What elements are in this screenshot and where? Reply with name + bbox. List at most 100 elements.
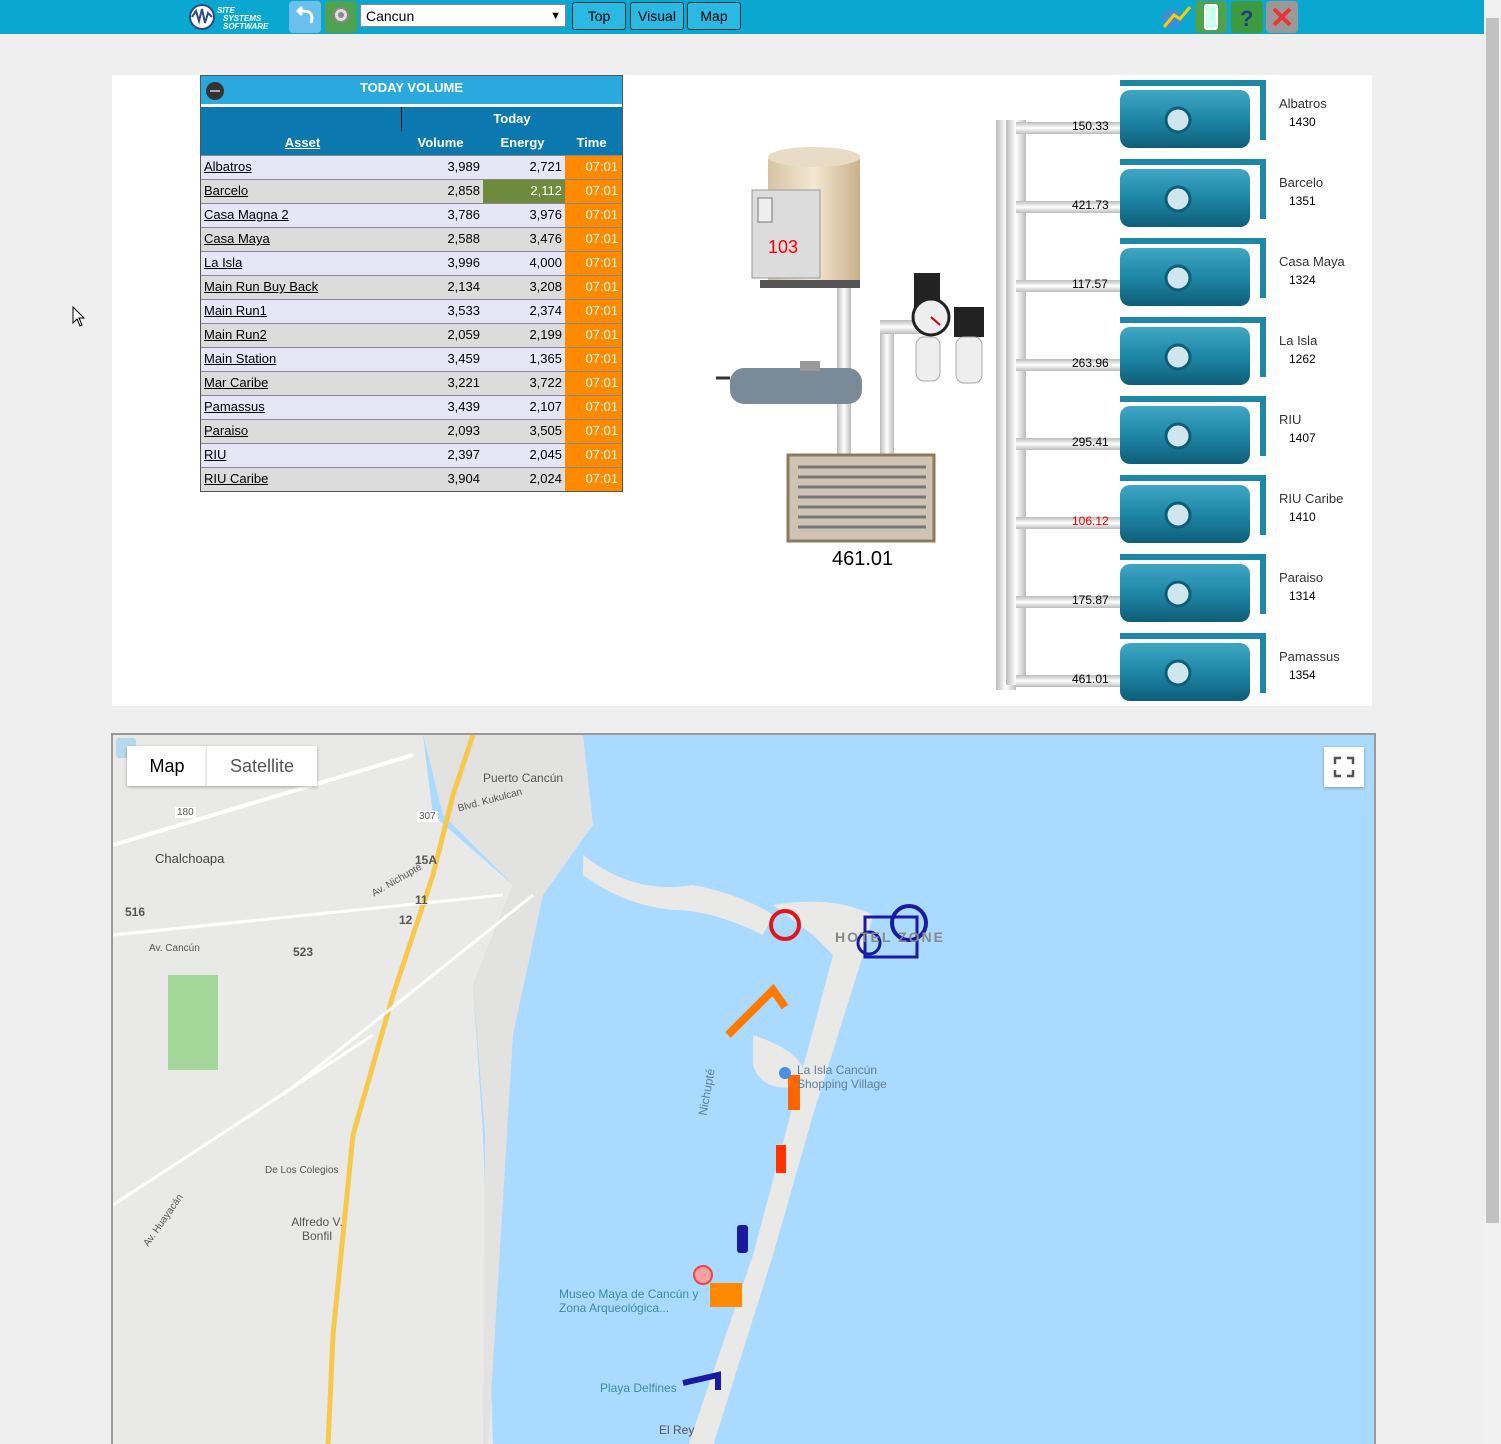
energy-cell: 2,045 bbox=[529, 447, 562, 462]
settings-icon[interactable] bbox=[325, 1, 357, 33]
asset-link[interactable]: Main Station bbox=[201, 348, 401, 371]
close-icon[interactable] bbox=[1266, 1, 1298, 33]
asset-link[interactable]: Casa Magna 2 bbox=[201, 204, 401, 227]
table-row: Albatros 3,989 2,721 07:01 bbox=[201, 155, 622, 179]
collapse-icon[interactable] bbox=[206, 82, 224, 100]
map-label: Playa Delfines bbox=[600, 1381, 677, 1395]
mainland-area bbox=[113, 735, 513, 1444]
top-button[interactable]: Top bbox=[572, 2, 626, 30]
trend-icon[interactable] bbox=[1160, 1, 1192, 33]
map-label: 180 bbox=[175, 807, 196, 818]
time-cell: 07:01 bbox=[565, 180, 622, 203]
asset-link[interactable]: Casa Maya bbox=[201, 228, 401, 251]
tank-flow: 150.33 bbox=[1072, 119, 1109, 133]
table-row: Main Station 3,459 1,365 07:01 bbox=[201, 347, 622, 371]
table-row: Main Run Buy Back 2,134 3,208 07:01 bbox=[201, 275, 622, 299]
visual-button[interactable]: Visual bbox=[630, 2, 684, 30]
asset-markers[interactable] bbox=[682, 904, 928, 1390]
undo-icon[interactable] bbox=[289, 1, 321, 33]
compressor-icon[interactable]: 103 bbox=[751, 147, 860, 288]
chevron-down-icon: ▼ bbox=[550, 10, 561, 22]
map-type-satellite-button[interactable]: Satellite bbox=[207, 746, 317, 786]
tank-2[interactable]: 117.57 Casa Maya 1324 bbox=[1016, 238, 1346, 306]
page-scrollbar[interactable] bbox=[1484, 0, 1501, 1444]
tank-id: 1351 bbox=[1289, 194, 1316, 208]
site-systems-logo[interactable]: SITE SYSTEMS SOFTWARE bbox=[187, 3, 285, 31]
tank-name: Albatros bbox=[1279, 96, 1327, 111]
volume-cell: 3,989 bbox=[447, 159, 480, 174]
table-row: Main Run2 2,059 2,199 07:01 bbox=[201, 323, 622, 347]
poi-marker-icon bbox=[779, 1067, 791, 1079]
tank-name: Paraiso bbox=[1279, 570, 1323, 585]
tank-id: 1354 bbox=[1289, 668, 1316, 682]
map-canvas[interactable] bbox=[113, 735, 1376, 1444]
map-panel[interactable]: Map Satellite Puerto Cancún Chalchoapa H… bbox=[111, 733, 1376, 1444]
table-row: Barcelo 2,858 2,112 07:01 bbox=[201, 179, 622, 203]
volume-cell: 3,996 bbox=[447, 255, 480, 270]
time-cell: 07:01 bbox=[565, 348, 622, 371]
tank-id: 1410 bbox=[1289, 510, 1316, 524]
asset-link[interactable]: Mar Caribe bbox=[201, 372, 401, 395]
table-row: Pamassus 3,439 2,107 07:01 bbox=[201, 395, 622, 419]
asset-link[interactable]: RIU bbox=[201, 444, 401, 467]
hammer-marker-icon bbox=[725, 983, 789, 1038]
tank-flow: 421.73 bbox=[1072, 198, 1109, 212]
tank-name: Barcelo bbox=[1279, 175, 1323, 190]
site-select[interactable]: Cancun ▼ bbox=[360, 4, 566, 27]
asset-link[interactable]: Albatros bbox=[201, 156, 401, 179]
asset-link[interactable]: Main Run1 bbox=[201, 300, 401, 323]
asset-link[interactable]: Main Run Buy Back bbox=[201, 276, 401, 299]
map-label: La Isla Cancún Shopping Village bbox=[797, 1063, 887, 1091]
tank-group: 150.33 Albatros 1430 421.73 Barcelo 1351 117.5… bbox=[1016, 80, 1346, 701]
tank-flow: 295.41 bbox=[1072, 435, 1109, 449]
volume-cell: 3,786 bbox=[447, 207, 480, 222]
tank-0[interactable]: 150.33 Albatros 1430 bbox=[1016, 80, 1327, 148]
today-volume-table: TODAY VOLUME Today Asset Volume Energy T… bbox=[200, 75, 623, 492]
table-row: Casa Magna 2 3,786 3,976 07:01 bbox=[201, 203, 622, 227]
mobile-icon[interactable] bbox=[1195, 1, 1227, 33]
column-header-row: Asset Volume Energy Time bbox=[201, 131, 622, 155]
map-type-map-button[interactable]: Map bbox=[127, 746, 207, 786]
energy-cell: 2,721 bbox=[529, 159, 562, 174]
asset-link[interactable]: Pamassus bbox=[201, 396, 401, 419]
filter-regulator-icon[interactable] bbox=[911, 273, 984, 384]
asset-link[interactable]: RIU Caribe bbox=[201, 468, 401, 491]
group-header-row: Today bbox=[201, 107, 622, 131]
asset-link[interactable]: Barcelo bbox=[201, 180, 401, 203]
tank-3[interactable]: 263.96 La Isla 1262 bbox=[1016, 317, 1318, 385]
dryer-icon[interactable] bbox=[786, 453, 936, 543]
column-header-asset[interactable]: Asset bbox=[201, 131, 401, 155]
tank-5[interactable]: 106.12 RIU Caribe 1410 bbox=[1016, 475, 1343, 543]
map-button[interactable]: Map bbox=[687, 2, 741, 30]
volume-cell: 2,588 bbox=[447, 231, 480, 246]
energy-cell: 3,505 bbox=[529, 423, 562, 438]
table-body: Albatros 3,989 2,721 07:01 Barcelo 2,858 2,112… bbox=[201, 155, 622, 491]
map-label: El Rey bbox=[659, 1423, 695, 1437]
time-cell: 07:01 bbox=[565, 444, 622, 467]
tank-name: RIU bbox=[1279, 412, 1301, 427]
tank-name: RIU Caribe bbox=[1279, 491, 1343, 506]
tank-4[interactable]: 295.41 RIU 1407 bbox=[1016, 396, 1316, 464]
asset-link[interactable]: Paraiso bbox=[201, 420, 401, 443]
energy-cell: 2,112 bbox=[483, 180, 565, 203]
table-title: TODAY VOLUME bbox=[359, 80, 464, 95]
scroll-thumb[interactable] bbox=[1486, 18, 1499, 1223]
fullscreen-button[interactable] bbox=[1324, 747, 1364, 787]
tank-7[interactable]: 461.01 Pamassus 1354 bbox=[1016, 633, 1340, 701]
time-cell: 07:01 bbox=[565, 276, 622, 299]
tank-6[interactable]: 175.87 Paraiso 1314 bbox=[1016, 554, 1323, 622]
column-header-time: Time bbox=[576, 135, 607, 150]
time-cell: 07:01 bbox=[565, 228, 622, 251]
top-toolbar: SITE SYSTEMS SOFTWARE Cancun ▼ Top Visua… bbox=[0, 0, 1484, 34]
volume-cell: 3,459 bbox=[447, 351, 480, 366]
compressor-value: 103 bbox=[768, 237, 798, 257]
tank-flow: 461.01 bbox=[1072, 672, 1109, 686]
map-label: HOTEL ZONE bbox=[835, 929, 945, 945]
tank-1[interactable]: 421.73 Barcelo 1351 bbox=[1016, 159, 1323, 227]
tank-flow: 106.12 bbox=[1072, 514, 1109, 528]
asset-link[interactable]: La Isla bbox=[201, 252, 401, 275]
map-label: 516 bbox=[125, 905, 146, 919]
help-icon[interactable]: ? bbox=[1231, 1, 1263, 33]
asset-link[interactable]: Main Run2 bbox=[201, 324, 401, 347]
tank-name: Pamassus bbox=[1279, 649, 1340, 664]
